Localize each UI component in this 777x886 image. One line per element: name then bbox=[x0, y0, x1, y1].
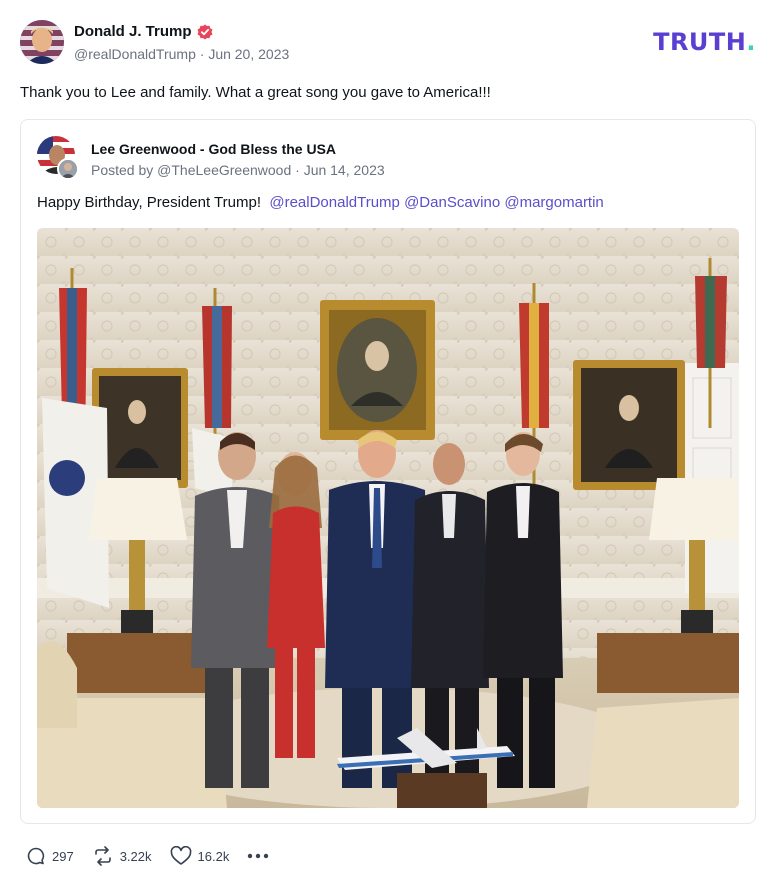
quote-author-name[interactable]: Lee Greenwood - God Bless the USA bbox=[91, 141, 336, 157]
author-name[interactable]: Donald J. Trump bbox=[74, 23, 213, 40]
repost-button[interactable]: 3.22k bbox=[92, 846, 152, 866]
quote-text: Happy Birthday, President Trump! @realDo… bbox=[37, 194, 604, 211]
reply-button[interactable]: 297 bbox=[26, 846, 74, 866]
post-header: Donald J. Trump @realDonaldTrump · Jun 2… bbox=[20, 20, 760, 68]
quote-avatar-group[interactable] bbox=[37, 136, 79, 180]
heart-icon bbox=[170, 846, 192, 866]
more-icon bbox=[247, 853, 269, 859]
post-date[interactable]: Jun 20, 2023 bbox=[208, 46, 289, 62]
verified-badge-icon bbox=[197, 24, 213, 40]
quote-poster-avatar[interactable] bbox=[57, 158, 79, 180]
logo-dot: . bbox=[746, 28, 756, 56]
meta-separator: · bbox=[295, 162, 300, 178]
author-name-text[interactable]: Donald J. Trump bbox=[74, 23, 192, 40]
author-avatar[interactable] bbox=[20, 20, 64, 64]
mention-margomartin[interactable]: @margomartin bbox=[504, 194, 603, 211]
action-bar: 297 3.22k 16.2k bbox=[26, 842, 287, 870]
posted-by-label: Posted by bbox=[91, 162, 154, 178]
logo-text: TRUTH bbox=[653, 28, 747, 56]
reply-count: 297 bbox=[52, 848, 74, 864]
mention-danscavino[interactable]: @DanScavino bbox=[404, 194, 500, 211]
quoted-post-card[interactable]: Lee Greenwood - God Bless the USA Posted… bbox=[20, 119, 756, 824]
quote-meta: Posted by @TheLeeGreenwood · Jun 14, 202… bbox=[91, 162, 385, 178]
meta-separator: · bbox=[199, 46, 205, 62]
repost-icon bbox=[92, 846, 114, 866]
quote-date[interactable]: Jun 14, 2023 bbox=[304, 162, 385, 178]
quote-body: Happy Birthday, President Trump! bbox=[37, 194, 261, 211]
truth-logo[interactable]: TRUTH. bbox=[653, 28, 756, 56]
like-count: 16.2k bbox=[197, 848, 230, 864]
more-button[interactable] bbox=[247, 853, 269, 859]
author-handle[interactable]: @realDonaldTrump bbox=[74, 46, 196, 62]
photo-illustration bbox=[37, 228, 739, 808]
repost-count: 3.22k bbox=[119, 848, 152, 864]
author-meta: @realDonaldTrump · Jun 20, 2023 bbox=[74, 46, 289, 62]
comment-icon bbox=[26, 846, 46, 866]
oval-office-photo[interactable] bbox=[37, 228, 739, 808]
like-button[interactable]: 16.2k bbox=[170, 846, 230, 866]
quote-handle[interactable]: @TheLeeGreenwood bbox=[157, 162, 291, 178]
post-text: Thank you to Lee and family. What a grea… bbox=[20, 84, 491, 101]
mention-realdonaldtrump[interactable]: @realDonaldTrump bbox=[269, 194, 400, 211]
